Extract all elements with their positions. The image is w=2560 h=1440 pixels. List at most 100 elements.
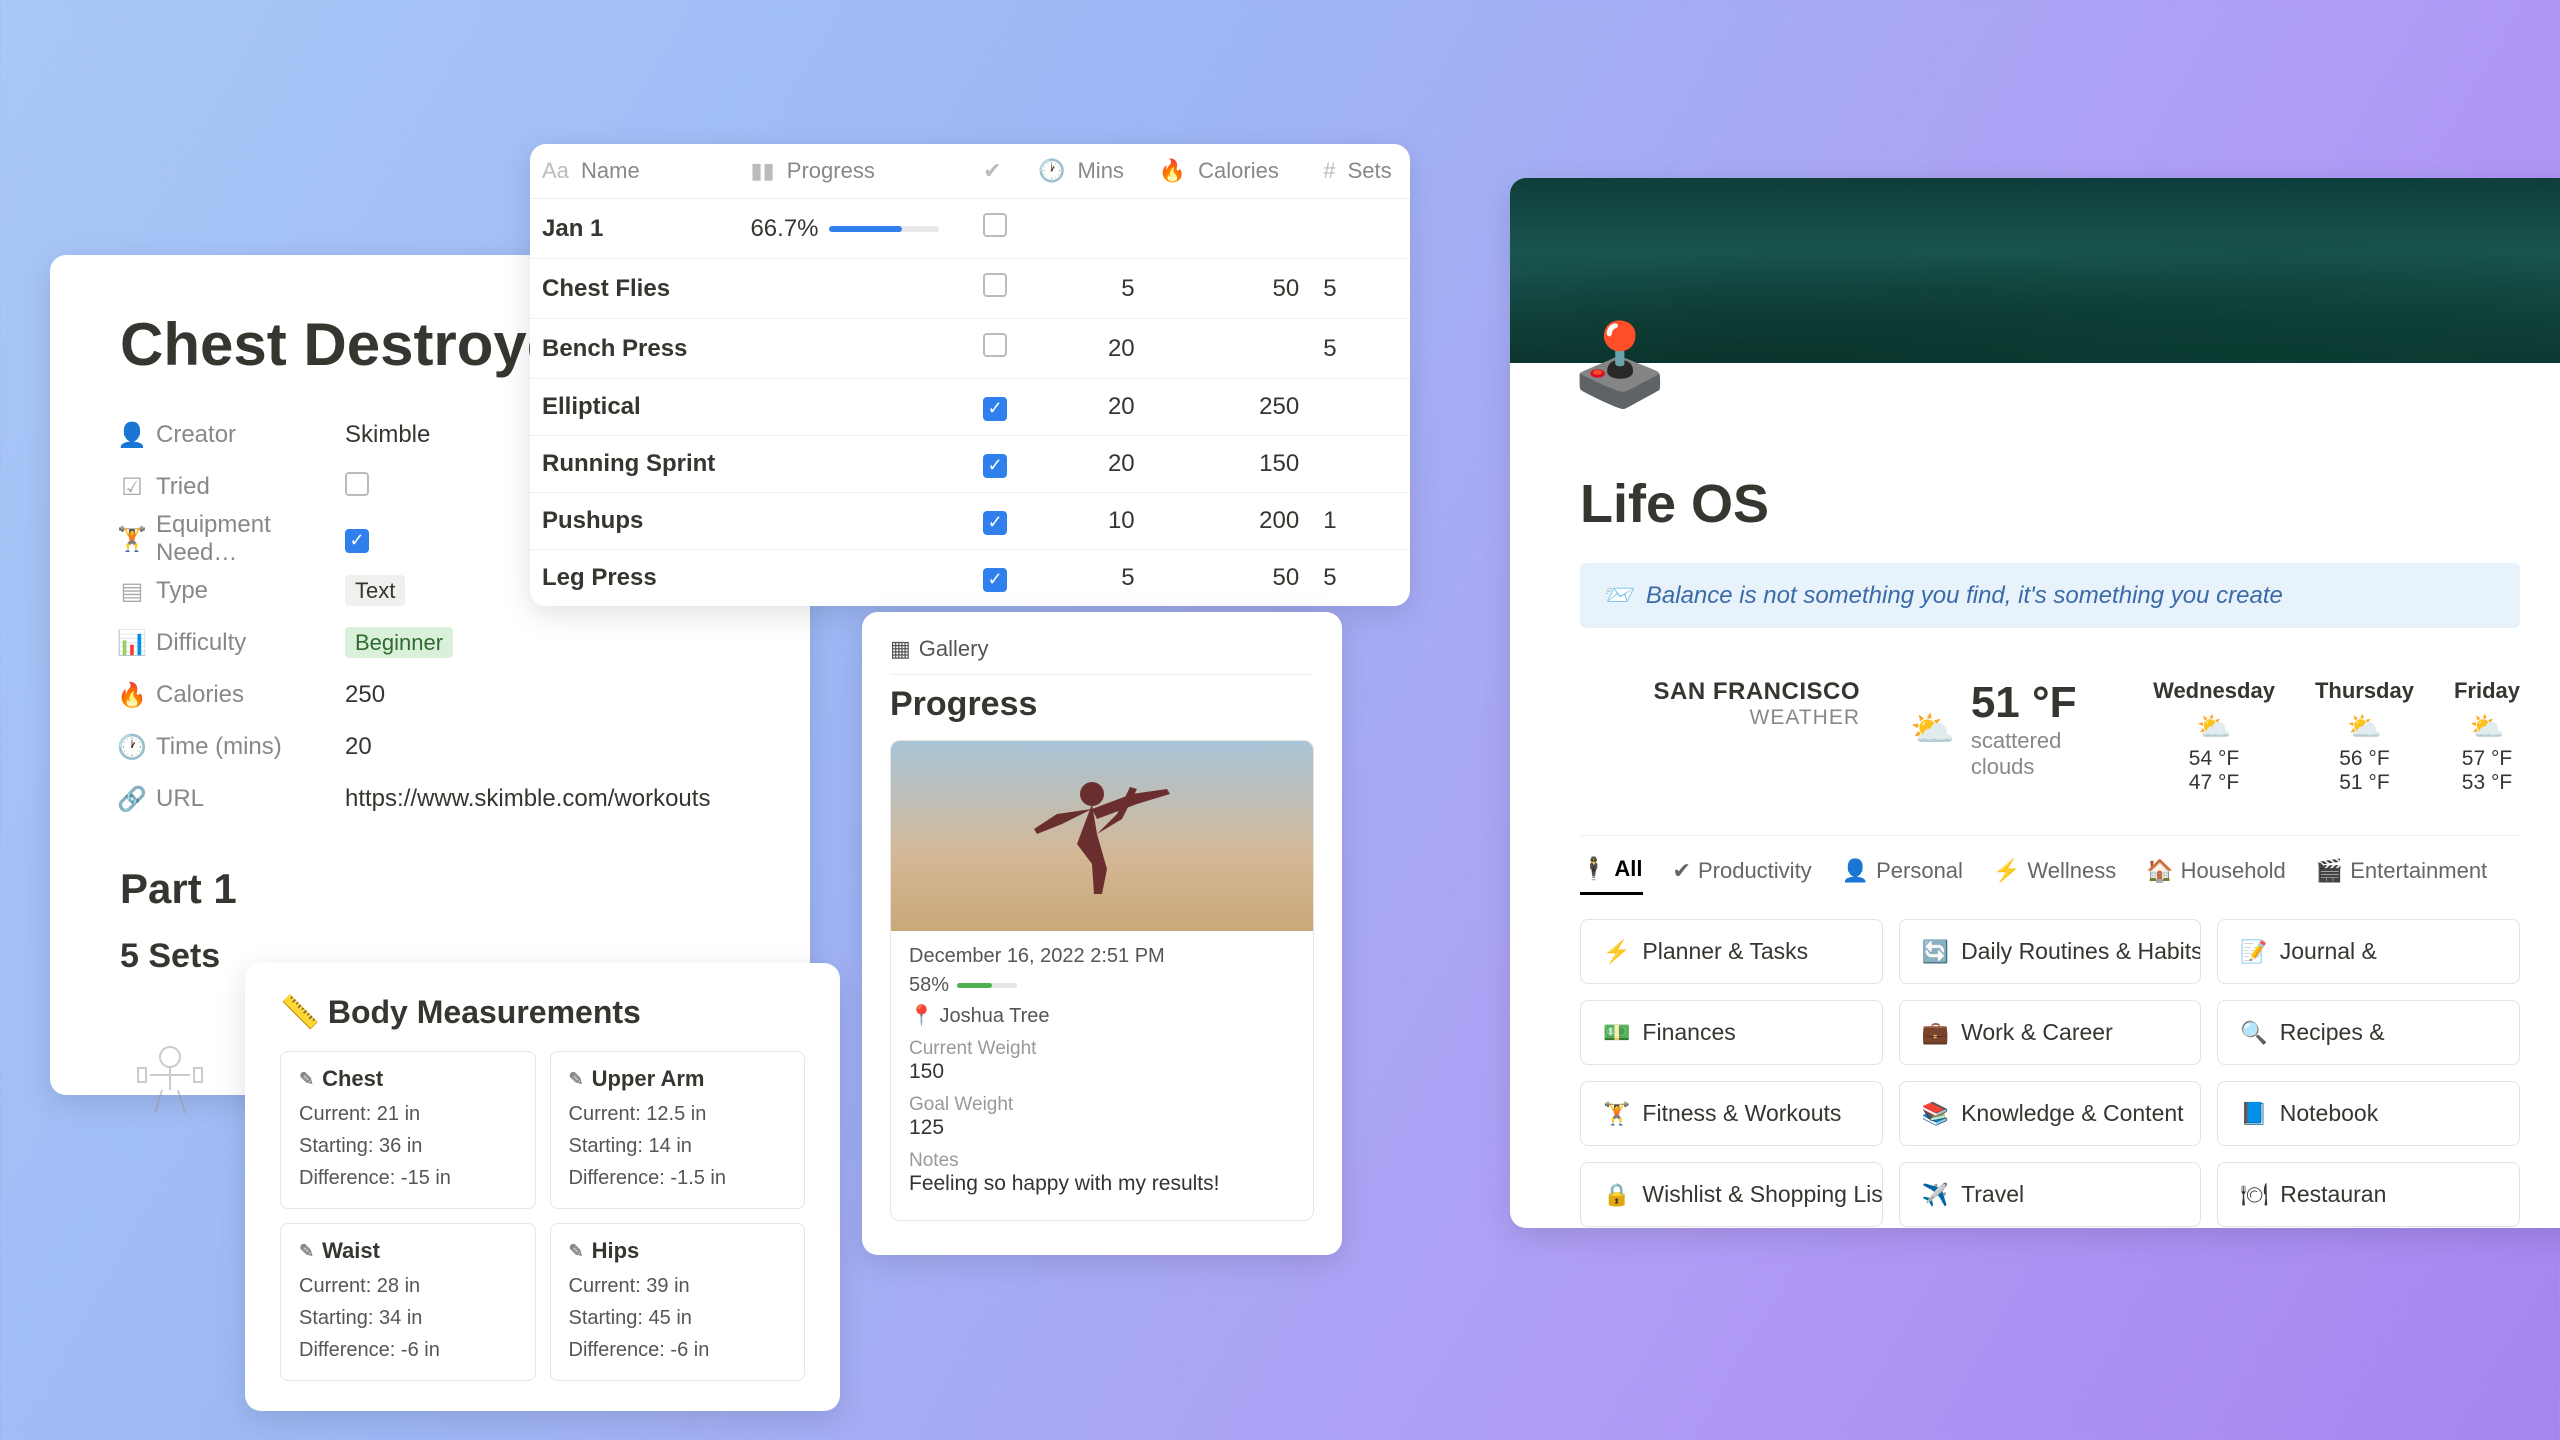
col-progress[interactable]: Progress [787, 158, 875, 183]
row-checkbox[interactable]: ✓ [983, 511, 1007, 535]
tab-household[interactable]: 🏠Household [2146, 856, 2286, 895]
difficulty-label: Difficulty [156, 629, 246, 657]
tab-icon: ⚡ [1993, 858, 2020, 884]
text-icon: Aa [542, 158, 569, 183]
tile-journal-[interactable]: 📝Journal & [2217, 919, 2520, 984]
tile-travel[interactable]: ✈️Travel [1899, 1162, 2202, 1227]
gallery-location: Joshua Tree [939, 1005, 1049, 1027]
pin-icon: 📍 [909, 1005, 934, 1027]
progress-title: Progress [890, 685, 1314, 724]
table-row[interactable]: Elliptical✓20250 [530, 379, 1410, 436]
tab-entertainment[interactable]: 🎬Entertainment [2316, 856, 2487, 895]
weather-sub: WEATHER [1580, 706, 1860, 730]
tile-icon: 💼 [1922, 1020, 1949, 1046]
weather-day: Wednesday⛅54 °F47 °F [2153, 678, 2275, 795]
notes-label: Notes [909, 1150, 1295, 1172]
creator-value[interactable]: Skimble [345, 421, 430, 449]
calories-label: Calories [156, 681, 244, 709]
tile-recipes-[interactable]: 🔍Recipes & [2217, 1000, 2520, 1065]
tile-fitness-workouts[interactable]: 🏋️Fitness & Workouts [1580, 1081, 1883, 1146]
measurement-item[interactable]: ✎ChestCurrent: 21 inStarting: 36 inDiffe… [280, 1051, 536, 1209]
table-row[interactable]: Leg Press✓5505 [530, 550, 1410, 607]
row-checkbox[interactable] [983, 213, 1007, 237]
time-value[interactable]: 20 [345, 733, 372, 761]
row-checkbox[interactable]: ✓ [983, 568, 1007, 592]
clock-icon: 🕐 [120, 733, 144, 762]
table-row[interactable]: Running Sprint✓20150 [530, 436, 1410, 493]
col-name[interactable]: Name [581, 158, 640, 183]
link-icon: 🔗 [120, 785, 144, 814]
tile-planner-tasks[interactable]: ⚡Planner & Tasks [1580, 919, 1883, 984]
tile-icon: 🔍 [2240, 1020, 2267, 1046]
weather-city: SAN FRANCISCO [1580, 678, 1860, 706]
notes-value: Feeling so happy with my results! [909, 1172, 1295, 1196]
tab-out-about[interactable]: 🔒Out & About [2517, 856, 2520, 895]
tile-daily-routines-habits[interactable]: 🔄Daily Routines & Habits [1899, 919, 2202, 984]
ruler-icon: 📏 [280, 994, 320, 1030]
tile-restauran[interactable]: 🍽Restauran [2217, 1162, 2520, 1227]
tab-productivity[interactable]: ✔Productivity [1673, 856, 1812, 895]
measurement-item[interactable]: ✎WaistCurrent: 28 inStarting: 34 inDiffe… [280, 1223, 536, 1381]
send-icon: 📨 [1602, 581, 1632, 610]
tile-icon: 📘 [2240, 1101, 2267, 1127]
equipment-checkbox[interactable]: ✓ [345, 529, 369, 553]
workout-table-card: Aa Name ▮▮ Progress ✔ 🕐 Mins 🔥 Calories … [530, 144, 1410, 606]
quote-callout: 📨Balance is not something you find, it's… [1580, 563, 2520, 628]
table-row[interactable]: Bench Press205 [530, 319, 1410, 379]
bar-chart-icon: ▮▮ [750, 158, 774, 183]
col-mins[interactable]: Mins [1077, 158, 1123, 183]
pencil-icon: ✎ [299, 1069, 314, 1090]
tile-work-career[interactable]: 💼Work & Career [1899, 1000, 2202, 1065]
fire-icon: 🔥 [1159, 158, 1186, 183]
gallery-image [891, 741, 1313, 931]
check-icon: ✔ [983, 158, 1001, 183]
table-row[interactable]: Jan 166.7% [530, 199, 1410, 259]
weather-widget: SAN FRANCISCO WEATHER ⛅ 51 °F scattered … [1580, 668, 2520, 836]
current-weight-value: 150 [909, 1060, 1295, 1084]
tab-all[interactable]: 🕴All [1580, 856, 1643, 895]
current-weight-label: Current Weight [909, 1038, 1295, 1060]
tile-icon: 📚 [1922, 1101, 1949, 1127]
row-checkbox[interactable]: ✓ [983, 454, 1007, 478]
row-checkbox[interactable]: ✓ [983, 397, 1007, 421]
life-os-title: Life OS [1580, 473, 2520, 535]
measurement-item[interactable]: ✎Upper ArmCurrent: 12.5 inStarting: 14 i… [550, 1051, 806, 1209]
tile-icon: 🔄 [1922, 939, 1949, 965]
gallery-tab[interactable]: ▦Gallery [890, 636, 1314, 675]
tile-notebook[interactable]: 📘Notebook [2217, 1081, 2520, 1146]
tile-icon: ✈️ [1922, 1182, 1949, 1208]
table-row[interactable]: Chest Flies5505 [530, 259, 1410, 319]
tried-label: Tried [156, 473, 210, 501]
tile-knowledge-content[interactable]: 📚Knowledge & Content [1899, 1081, 2202, 1146]
tile-icon: 🏋️ [1603, 1101, 1630, 1127]
measurement-item[interactable]: ✎HipsCurrent: 39 inStarting: 45 inDiffer… [550, 1223, 806, 1381]
tried-checkbox[interactable] [345, 472, 369, 496]
tab-icon: 🎬 [2316, 858, 2343, 884]
tab-personal[interactable]: 👤Personal [1842, 856, 1963, 895]
pencil-icon: ✎ [569, 1241, 584, 1262]
weather-condition: scattered clouds [1971, 728, 2103, 780]
weather-day: Friday⛅57 °F53 °F [2454, 678, 2520, 795]
row-checkbox[interactable] [983, 273, 1007, 297]
tile-finances[interactable]: 💵Finances [1580, 1000, 1883, 1065]
clock-icon: 🕐 [1038, 158, 1065, 183]
tile-wishlist-shopping-list[interactable]: 🔒Wishlist & Shopping List [1580, 1162, 1883, 1227]
checkbox-icon: ☑ [120, 473, 144, 502]
calories-value[interactable]: 250 [345, 681, 385, 709]
life-os-card: 🕹️ Life OS 📨Balance is not something you… [1510, 178, 2560, 1228]
tile-grid: ⚡Planner & Tasks🔄Daily Routines & Habits… [1580, 919, 2520, 1227]
type-value[interactable]: Text [345, 575, 405, 606]
person-icon: 👤 [120, 421, 144, 450]
body-measurements-title: Body Measurements [328, 994, 641, 1030]
col-sets[interactable]: Sets [1348, 158, 1392, 183]
gallery-date: December 16, 2022 2:51 PM [909, 945, 1295, 968]
difficulty-value[interactable]: Beginner [345, 627, 453, 658]
url-value[interactable]: https://www.skimble.com/workouts [345, 785, 710, 813]
col-calories[interactable]: Calories [1198, 158, 1279, 183]
table-row[interactable]: Pushups✓102001 [530, 493, 1410, 550]
progress-gallery-card: ▦Gallery Progress December 16, 2022 2:51… [862, 612, 1342, 1255]
weather-temp: 51 °F [1971, 678, 2103, 728]
row-checkbox[interactable] [983, 333, 1007, 357]
tab-wellness[interactable]: ⚡Wellness [1993, 856, 2116, 895]
gallery-item[interactable]: December 16, 2022 2:51 PM 58% 📍 Joshua T… [890, 740, 1314, 1221]
